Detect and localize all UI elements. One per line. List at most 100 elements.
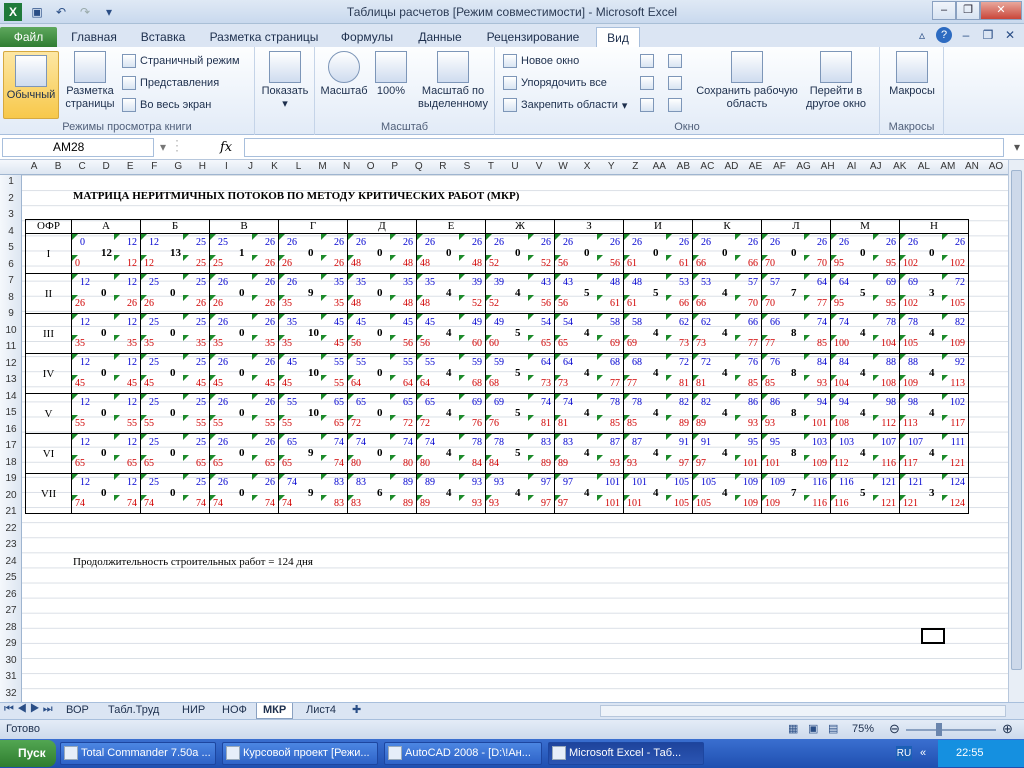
matrix-cell[interactable]: 26 0 26 35 35 [209, 313, 279, 354]
custom-views-button[interactable]: Представления [122, 74, 219, 92]
horizontal-scrollbar[interactable] [600, 705, 1006, 717]
matrix-cell[interactable]: 103 4 107 112 116 [830, 433, 900, 474]
matrix-cell[interactable]: 48 5 53 61 66 [623, 273, 693, 314]
column-header[interactable]: AN [960, 161, 984, 172]
matrix-cell[interactable]: 26 0 26 61 61 [623, 233, 693, 274]
matrix-cell[interactable]: 64 4 68 73 77 [554, 353, 624, 394]
formula-input[interactable] [244, 138, 1004, 157]
matrix-cell[interactable]: 12 0 12 26 26 [71, 273, 141, 314]
active-cell[interactable] [921, 628, 945, 644]
matrix-cell[interactable]: 69 3 72 102 105 [899, 273, 969, 314]
tab-insert[interactable]: Вставка [133, 27, 193, 47]
column-header[interactable]: AM [936, 161, 960, 172]
sheet-nav-icon[interactable]: ⏮ ◀ ▶ ⏭ [4, 703, 53, 716]
column-header[interactable]: AC [695, 161, 719, 172]
row-header[interactable]: 7 [0, 275, 22, 286]
sheet-tab[interactable]: Табл.Труд [102, 703, 165, 719]
zoom-selection-button[interactable]: Масштаб по выделенному [413, 51, 493, 111]
row-header[interactable]: 31 [0, 671, 22, 682]
matrix-cell[interactable]: 105 4 109 105 109 [692, 473, 762, 514]
matrix-cell[interactable]: 65 0 65 72 72 [347, 393, 417, 434]
column-header[interactable]: E [118, 161, 142, 172]
vertical-scrollbar[interactable] [1008, 160, 1024, 704]
expand-formula-icon[interactable]: ▾ [1014, 140, 1020, 154]
sheet-tab[interactable]: НИР [176, 703, 211, 719]
matrix-cell[interactable]: 25 0 25 26 26 [140, 273, 210, 314]
column-header[interactable]: AK [888, 161, 912, 172]
matrix-cell[interactable]: 26 0 26 65 65 [209, 433, 279, 474]
name-box[interactable]: AM28 [2, 138, 154, 157]
matrix-cell[interactable]: 84 4 88 104 108 [830, 353, 900, 394]
zoom-100-button[interactable]: 100% [373, 51, 409, 98]
vertical-scroll-thumb[interactable] [1011, 170, 1022, 670]
column-header[interactable]: J [238, 161, 262, 172]
row-header[interactable]: 30 [0, 655, 22, 666]
zoom-slider-thumb[interactable] [936, 723, 942, 736]
matrix-cell[interactable]: 12 13 25 12 25 [140, 233, 210, 274]
column-header[interactable]: F [142, 161, 166, 172]
column-header[interactable]: S [455, 161, 479, 172]
view-pagebreak-icon[interactable]: ▤ [828, 722, 838, 735]
row-header[interactable]: 32 [0, 688, 22, 699]
matrix-cell[interactable]: 26 0 26 45 45 [209, 353, 279, 394]
row-header[interactable]: 11 [0, 341, 22, 352]
row-header[interactable]: 29 [0, 638, 22, 649]
row-header[interactable]: 8 [0, 292, 22, 303]
column-header[interactable]: B [46, 161, 70, 172]
start-button[interactable]: Пуск [0, 740, 56, 767]
matrix-cell[interactable]: 26 0 26 95 95 [830, 233, 900, 274]
matrix-cell[interactable]: 78 5 83 84 89 [485, 433, 555, 474]
matrix-cell[interactable]: 26 0 26 48 48 [416, 233, 486, 274]
language-indicator[interactable]: RU [896, 746, 912, 761]
row-header[interactable]: 25 [0, 572, 22, 583]
matrix-cell[interactable]: 12 0 12 55 55 [71, 393, 141, 434]
matrix-cell[interactable]: 88 4 92 109 113 [899, 353, 969, 394]
matrix-cell[interactable]: 25 0 25 74 74 [140, 473, 210, 514]
matrix-cell[interactable]: 74 4 78 100 104 [830, 313, 900, 354]
row-header[interactable]: 12 [0, 358, 22, 369]
matrix-cell[interactable]: 72 4 76 81 85 [692, 353, 762, 394]
matrix-cell[interactable]: 101 4 105 101 105 [623, 473, 693, 514]
doc-minimize-icon[interactable]: – [958, 27, 974, 43]
row-header[interactable]: 22 [0, 523, 22, 534]
column-header[interactable]: C [70, 161, 94, 172]
collapse-ribbon-icon[interactable]: ▵ [914, 27, 930, 43]
page-break-button[interactable]: Страничный режим [122, 52, 240, 70]
split-button[interactable] [640, 52, 654, 70]
matrix-cell[interactable]: 78 4 82 105 109 [899, 313, 969, 354]
column-header[interactable]: W [551, 161, 575, 172]
column-header[interactable]: D [94, 161, 118, 172]
normal-view-button[interactable]: Обычный [3, 51, 59, 119]
sheet-tab[interactable]: НОФ [216, 703, 253, 719]
matrix-cell[interactable]: 26 0 26 55 55 [209, 393, 279, 434]
matrix-cell[interactable]: 54 4 58 65 69 [554, 313, 624, 354]
help-icon[interactable]: ? [936, 27, 952, 43]
matrix-cell[interactable]: 97 4 101 97 101 [554, 473, 624, 514]
column-header[interactable]: H [190, 161, 214, 172]
tray-expand-icon[interactable]: « [920, 740, 926, 767]
column-header[interactable]: V [527, 161, 551, 172]
matrix-cell[interactable]: 109 7 116 109 116 [761, 473, 831, 514]
full-screen-button[interactable]: Во весь экран [122, 96, 211, 114]
matrix-cell[interactable]: 26 0 26 48 48 [347, 233, 417, 274]
row-header[interactable]: 4 [0, 226, 22, 237]
sheet-tab-active[interactable]: МКР [256, 703, 294, 719]
row-header[interactable]: 15 [0, 407, 22, 418]
sheet-tab[interactable]: Лист4 [300, 703, 342, 719]
row-header[interactable]: 2 [0, 193, 22, 204]
row-header[interactable]: 10 [0, 325, 22, 336]
matrix-cell[interactable]: 65 9 74 65 74 [278, 433, 348, 474]
column-header[interactable]: T [479, 161, 503, 172]
column-header[interactable]: Q [407, 161, 431, 172]
zoom-button[interactable]: Масштаб [317, 51, 371, 98]
restore-button[interactable]: ❐ [956, 1, 980, 20]
matrix-cell[interactable]: 68 4 72 77 81 [623, 353, 693, 394]
matrix-cell[interactable]: 57 7 64 70 77 [761, 273, 831, 314]
tab-formulas[interactable]: Формулы [334, 27, 400, 47]
column-header[interactable]: L [287, 161, 311, 172]
matrix-cell[interactable]: 26 0 26 66 66 [692, 233, 762, 274]
column-header[interactable]: Z [623, 161, 647, 172]
matrix-cell[interactable]: 69 5 74 76 81 [485, 393, 555, 434]
show-button[interactable]: Показать ▾ [259, 51, 311, 111]
column-header[interactable]: Y [599, 161, 623, 172]
